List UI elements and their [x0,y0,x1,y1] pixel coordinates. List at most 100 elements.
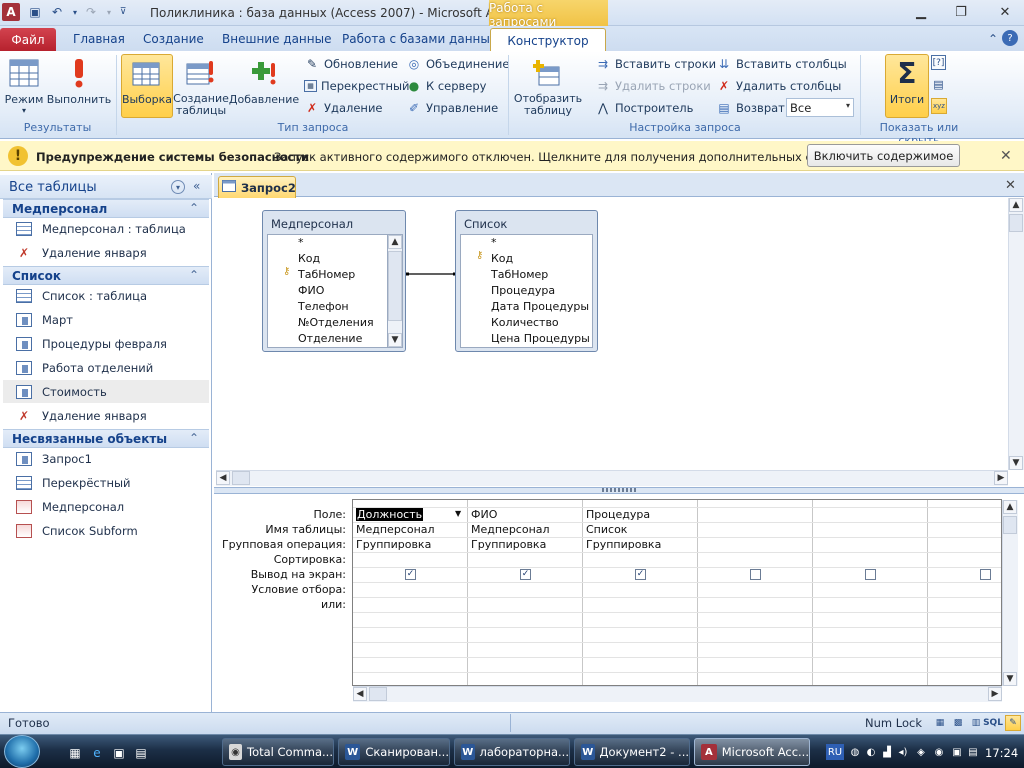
grid-cell-total[interactable]: Группировка [586,537,661,552]
undo-icon[interactable]: ↶ [48,3,66,21]
insert-columns-button[interactable]: ⇊ Вставить столбцы [716,54,847,74]
upper-horizontal-scrollbar[interactable]: ◀ ▶ [216,470,1008,486]
field-item[interactable]: Количество [491,315,559,331]
show-checkbox[interactable] [750,569,761,580]
scroll-down-icon[interactable]: ▼ [1003,672,1017,686]
scroll-thumb[interactable] [232,471,250,485]
redo-icon[interactable]: ↷ [82,3,100,21]
grid-horizontal-scrollbar[interactable]: ◀ ▶ [353,686,1002,702]
field-item[interactable]: Цена Процедуры [491,331,590,347]
pass-through-button[interactable]: ● К серверу [406,76,487,96]
show-checkbox[interactable]: ✓ [635,569,646,580]
scroll-thumb[interactable] [1003,516,1017,534]
customize-qat-icon[interactable]: ⊽ [114,3,132,21]
security-warning-message[interactable]: Запуск активного содержимого отключен. Щ… [274,150,867,164]
start-button-icon[interactable] [4,735,40,768]
field-item[interactable]: ФИО [298,283,324,299]
run-button[interactable]: Выполнить [47,55,111,119]
tab-database-tools[interactable]: Работа с базами данных [342,32,497,46]
design-view-icon[interactable]: ✎ [1005,715,1021,731]
scroll-thumb[interactable] [369,687,387,701]
field-item[interactable]: ТабНомер [491,267,548,283]
grid-cell-field[interactable]: ФИО [471,507,497,522]
upper-vertical-scrollbar[interactable]: ▲ ▼ [1008,198,1024,470]
splitter-grip[interactable] [602,488,638,492]
insert-rows-button[interactable]: ⇉ Вставить строки [595,54,716,74]
nav-group-unrelated[interactable]: Несвязанные объекты ⌃ [3,429,209,448]
close-icon[interactable]: ✕ [990,3,1020,21]
field-list-scrollbar[interactable]: ▲ ▼ [387,234,403,348]
scroll-up-icon[interactable]: ▲ [1009,198,1023,212]
nav-item-medpersonal-table[interactable]: Медперсонал : таблица [3,217,209,240]
media-player-icon[interactable]: ▣ [110,744,128,762]
nav-item-spisok-table[interactable]: Список : таблица [3,284,209,307]
field-item[interactable]: ТабНомер [298,267,355,283]
tray-icon[interactable]: ◐ [864,745,878,759]
nav-item-spisok-subform[interactable]: Список Subform [3,519,209,542]
clock[interactable]: 17:24 [985,746,1018,760]
table-names-icon[interactable]: xyz [931,98,947,114]
network-icon[interactable]: ▟ [880,745,894,759]
parameters-icon[interactable]: [?] [931,55,946,70]
show-checkbox[interactable]: ✓ [520,569,531,580]
union-query-button[interactable]: ◎ Объединение [406,54,510,74]
grid-cell-total[interactable]: Группировка [471,537,546,552]
tab-file[interactable]: Файл [0,28,56,52]
scroll-thumb[interactable] [1009,214,1023,232]
close-document-icon[interactable]: ✕ [1005,178,1016,193]
scroll-right-icon[interactable]: ▶ [988,687,1002,701]
volume-icon[interactable]: ◂) [896,745,910,759]
scroll-thumb[interactable] [388,251,402,321]
grid-cell-field[interactable]: Должность [356,507,424,522]
nav-group-spisok[interactable]: Список ⌃ [3,266,209,285]
delete-columns-button[interactable]: ✗ Удалить столбцы [716,76,841,96]
nav-group-medpersonal[interactable]: Медперсонал ⌃ [3,199,209,218]
restore-icon[interactable]: ❐ [946,3,976,21]
show-table-button[interactable]: Отобразить таблицу [514,55,582,119]
tab-external-data[interactable]: Внешние данные [222,32,331,46]
table-box-medpersonal[interactable]: Медперсонал * Код ⚷ ТабНомер ФИО Телефон… [262,210,406,352]
tray-icon[interactable]: ▤ [966,745,980,759]
scroll-down-icon[interactable]: ▼ [1009,456,1023,470]
collapse-ribbon-icon[interactable]: ⌃ [984,30,1002,48]
nav-item-query1[interactable]: Запрос1 [3,447,209,470]
grid-cell-field[interactable]: Процедура [586,507,650,522]
view-button[interactable]: Режим ▾ [4,55,44,119]
field-dropdown-icon[interactable]: ▼ [455,509,461,518]
tray-icon[interactable]: ◍ [848,745,862,759]
sql-view-button[interactable]: SQL [983,715,1003,731]
grid-cell-total[interactable]: Группировка [356,537,431,552]
show-checkbox[interactable] [980,569,991,580]
scroll-right-icon[interactable]: ▶ [994,471,1008,485]
field-item[interactable]: Дата Процедуры [491,299,589,315]
language-indicator[interactable]: RU [826,744,844,760]
show-desktop-icon[interactable]: ▦ [66,744,84,762]
scroll-up-icon[interactable]: ▲ [1003,500,1017,514]
append-button[interactable]: Добавление [229,55,299,119]
delete-rows-button[interactable]: ⇉ Удалить строки [595,76,711,96]
field-item[interactable]: Отделение [298,331,362,347]
internet-explorer-icon[interactable]: e [88,744,106,762]
nav-item-delete-query[interactable]: ✗ Удаление января [3,241,209,264]
nav-item-delete-january[interactable]: ✗ Удаление января [3,404,209,427]
tab-home[interactable]: Главная [73,32,125,46]
tray-icon[interactable]: ▣ [950,745,964,759]
field-item[interactable]: Процедура [491,283,555,299]
field-item[interactable]: №Отделения [298,315,374,331]
data-definition-button[interactable]: ✐ Управление [406,98,498,118]
close-icon[interactable]: ✕ [1000,148,1012,164]
select-query-button[interactable]: Выборка [121,54,173,118]
totals-button[interactable]: Σ Итоги [885,54,929,118]
tab-constructor[interactable]: Конструктор [490,28,606,52]
scroll-up-icon[interactable]: ▲ [388,235,402,249]
grid-vertical-scrollbar[interactable]: ▲ ▼ [1002,500,1018,686]
show-checkbox[interactable]: ✓ [405,569,416,580]
task-word-scanned[interactable]: W Сканирован... [338,738,450,766]
field-item[interactable]: Телефон [298,299,349,315]
field-item[interactable]: * [491,235,497,251]
task-total-commander[interactable]: ◉ Total Comma... [222,738,334,766]
tray-icon[interactable]: ◈ [914,745,928,759]
task-word-lab[interactable]: Wлабораторна... [454,738,570,766]
property-sheet-icon[interactable]: ▤ [931,77,946,92]
nav-item-crosstab[interactable]: Перекрёстный [3,471,209,494]
